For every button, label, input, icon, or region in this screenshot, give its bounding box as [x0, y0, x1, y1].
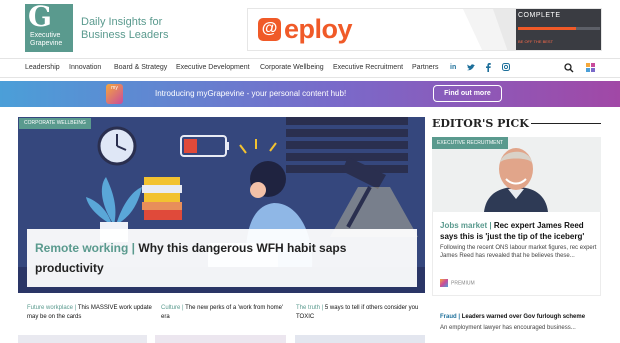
feature-headline[interactable]: Remote working | Why this dangerous WFH …: [35, 238, 407, 278]
editors-pick-headline[interactable]: Jobs market | Rec expert James Reed says…: [440, 220, 598, 242]
logo-line-2: Grapevine: [30, 40, 63, 47]
eploy-at-icon: @: [258, 18, 281, 41]
main-nav: Leadership Innovation Board & Strategy E…: [0, 58, 620, 78]
advert-graphic-icon: [463, 9, 518, 50]
sidebar-article-2-title: Leaders warned over Gov furlough scheme: [461, 314, 586, 320]
sidebar-article-2-kicker: Fraud |: [440, 314, 461, 320]
mygrapevine-icon[interactable]: [586, 63, 595, 72]
promo-icon-label: my: [111, 85, 118, 91]
search-icon[interactable]: [564, 63, 574, 73]
facebook-icon[interactable]: [486, 63, 491, 72]
advert-brand: eploy: [284, 14, 353, 44]
sub-article-1-kicker: Future workplace |: [27, 305, 77, 311]
sub-article-thumb-1[interactable]: [18, 335, 147, 343]
premium-icon: [440, 279, 448, 287]
sub-article-3[interactable]: The truth | 5 ways to tell if others con…: [296, 304, 423, 322]
sub-article-2-kicker: Culture |: [161, 305, 184, 311]
feature-category-tag[interactable]: CORPORATE WELLBEING: [19, 118, 91, 129]
sidebar-article-2-headline[interactable]: Fraud | Leaders warned over Gov furlough…: [440, 313, 598, 322]
site-logo[interactable]: G Executive Grapevine: [25, 0, 73, 52]
premium-badge: PREMIUM: [440, 279, 475, 287]
site-tagline: Daily Insights for Business Leaders: [81, 16, 168, 42]
mygrapevine-app-icon: my: [106, 84, 123, 104]
editors-pick-kicker: Jobs market |: [440, 221, 492, 230]
nav-item-corporate-wellbeing[interactable]: Corporate Wellbeing: [260, 63, 324, 73]
site-header: G Executive Grapevine Daily Insights for…: [0, 0, 620, 58]
sub-article-thumb-2[interactable]: [155, 335, 286, 343]
editors-pick-rule: [531, 123, 601, 124]
logo-line-1: Executive: [30, 32, 61, 39]
sub-article-2[interactable]: Culture | The new perks of a 'work from …: [161, 304, 288, 322]
sub-article-thumb-3[interactable]: [295, 335, 425, 343]
page: G Executive Grapevine Daily Insights for…: [0, 0, 620, 343]
editors-pick-heading: EDITOR'S PICK: [432, 117, 529, 130]
editors-pick-category-tag[interactable]: EXECUTIVE RECRUITMENT: [432, 137, 509, 149]
nav-item-executive-development[interactable]: Executive Development: [176, 63, 250, 73]
advert-tagline: BE OFF THE BEST: [518, 39, 554, 44]
nav-item-executive-recruitment[interactable]: Executive Recruitment: [333, 63, 403, 73]
advert-banner[interactable]: @ eploy COMPLETE BE OFF THE BEST: [247, 8, 602, 51]
advert-complete-label: COMPLETE: [518, 12, 561, 19]
tagline-line-1: Daily Insights for: [81, 16, 163, 28]
promo-text: Introducing myGrapevine - your personal …: [155, 89, 347, 98]
nav-item-board-strategy[interactable]: Board & Strategy: [114, 63, 167, 73]
mygrapevine-promo: my Introducing myGrapevine - your person…: [0, 81, 620, 107]
feature-kicker: Remote working |: [35, 241, 136, 255]
tagline-line-2: Business Leaders: [81, 29, 169, 41]
logo-wordmark: Executive Grapevine: [30, 32, 62, 48]
nav-item-innovation[interactable]: Innovation: [69, 63, 101, 73]
logo-letter: G: [28, 0, 52, 33]
sub-article-3-kicker: The truth |: [296, 305, 324, 311]
instagram-icon[interactable]: [502, 63, 510, 71]
linkedin-icon[interactable]: in: [450, 63, 456, 73]
sidebar-article-2-excerpt: An employment lawyer has encouraged busi…: [440, 325, 576, 331]
sub-article-1[interactable]: Future workplace | This MASSIVE work upd…: [27, 304, 154, 322]
editors-pick-excerpt: Following the recent ONS labour market f…: [440, 245, 597, 259]
find-out-more-button[interactable]: Find out more: [433, 85, 502, 102]
nav-item-leadership[interactable]: Leadership: [25, 63, 60, 73]
twitter-icon[interactable]: [467, 64, 475, 71]
premium-label: PREMIUM: [451, 280, 475, 287]
advert-progress-icon: [518, 27, 600, 30]
nav-item-partners[interactable]: Partners: [412, 63, 438, 73]
